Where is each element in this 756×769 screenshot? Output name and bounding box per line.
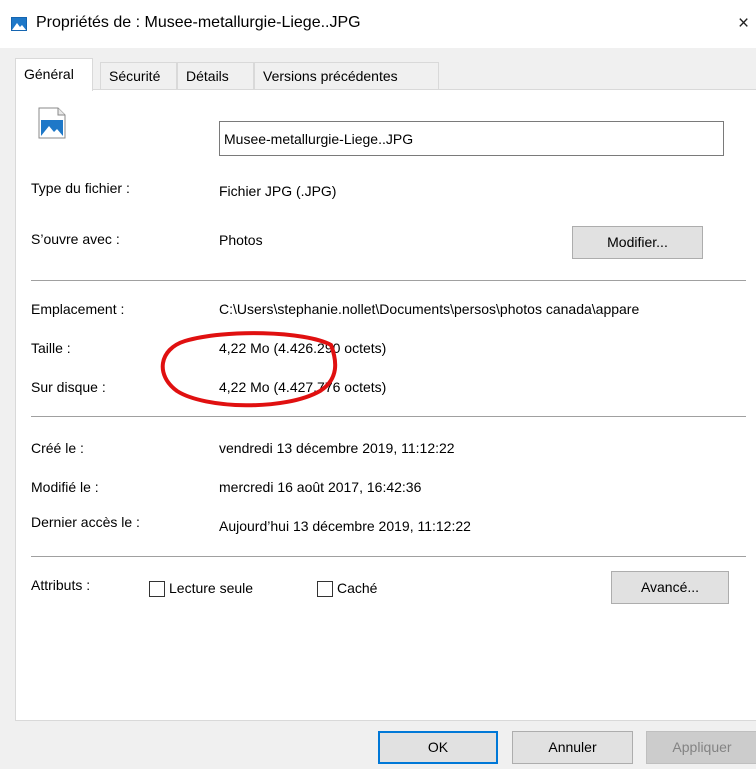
ok-button[interactable]: OK: [378, 731, 498, 764]
attributes-label: Attributs :: [31, 577, 91, 593]
opens-with-label: S’ouvre avec :: [31, 231, 120, 247]
separator: [31, 280, 746, 281]
modified-value: mercredi 16 août 2017, 16:42:36: [219, 479, 422, 495]
jpg-image-icon: [38, 107, 66, 139]
window-title: Propriétés de : Musee-metallurgie-Liege.…: [36, 14, 361, 31]
hidden-checkbox[interactable]: [317, 581, 333, 597]
apply-button[interactable]: Appliquer: [646, 731, 756, 764]
advanced-button[interactable]: Avancé...: [611, 571, 729, 604]
image-file-icon: [11, 17, 27, 31]
readonly-label[interactable]: Lecture seule: [169, 580, 253, 596]
file-name-field[interactable]: [219, 121, 724, 156]
modified-label: Modifié le :: [31, 479, 99, 495]
cancel-button[interactable]: Annuler: [512, 731, 633, 764]
created-value: vendredi 13 décembre 2019, 11:12:22: [219, 440, 455, 456]
opens-with-value: Photos: [219, 232, 263, 248]
tab-general[interactable]: Général: [15, 58, 93, 91]
readonly-checkbox[interactable]: [149, 581, 165, 597]
location-label: Emplacement :: [31, 301, 125, 317]
last-accessed-value: Aujourd’hui 13 décembre 2019, 11:12:22: [219, 518, 471, 534]
size-label: Taille :: [31, 340, 71, 356]
tab-details[interactable]: Détails: [177, 62, 254, 90]
size-value: 4,22 Mo (4.426.290 octets): [219, 340, 387, 356]
file-type-label: Type du fichier :: [31, 180, 130, 196]
change-app-button[interactable]: Modifier...: [572, 226, 703, 259]
tab-previous-versions[interactable]: Versions précédentes: [254, 62, 439, 90]
created-label: Créé le :: [31, 440, 84, 456]
separator: [31, 416, 746, 417]
size-on-disk-value: 4,22 Mo (4.427.776 octets): [219, 379, 387, 395]
hidden-label[interactable]: Caché: [337, 580, 377, 596]
location-value: C:\Users\stephanie.nollet\Documents\pers…: [219, 301, 640, 317]
file-type-value: Fichier JPG (.JPG): [219, 183, 337, 199]
properties-dialog: Propriétés de : Musee-metallurgie-Liege.…: [0, 0, 756, 769]
tab-security[interactable]: Sécurité: [100, 62, 177, 90]
size-on-disk-label: Sur disque :: [31, 379, 106, 395]
last-accessed-label: Dernier accès le :: [31, 514, 140, 530]
close-icon[interactable]: ×: [738, 11, 756, 37]
separator: [31, 556, 746, 557]
title-bar: Propriétés de : Musee-metallurgie-Liege.…: [0, 0, 756, 48]
general-tab-panel: Type du fichier : Fichier JPG (.JPG) S’o…: [15, 89, 756, 721]
